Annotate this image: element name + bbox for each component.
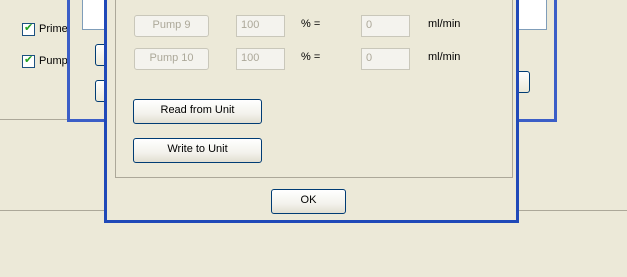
pump-settings-panel: Pump 9 100 % = 0 ml/min Pump 10 100 % = … [115,0,513,178]
pump-10-unit-label: ml/min [428,51,461,63]
read-from-unit-button[interactable]: Read from Unit [133,99,262,124]
ok-button[interactable]: OK [271,189,346,214]
pump-9-unit-label: ml/min [428,18,461,30]
pump-9-percent-field[interactable]: 100 [236,15,285,37]
pump-checkbox-label: Pump [39,55,68,67]
write-to-unit-button[interactable]: Write to Unit [133,138,262,163]
pump-10-flow-field[interactable]: 0 [361,48,410,70]
pump-10-percent-equals: % = [301,51,321,63]
pump-checkbox[interactable] [22,53,35,68]
prime-checkbox[interactable] [22,21,35,36]
pump-10-percent-field[interactable]: 100 [236,48,285,70]
pump-settings-dialog: Pump 9 100 % = 0 ml/min Pump 10 100 % = … [104,0,519,223]
pump-9-button[interactable]: Pump 9 [134,15,209,37]
prime-checkbox-row[interactable]: Prime [20,21,68,38]
prime-checkbox-label: Prime [39,23,68,35]
pump-checkbox-row[interactable]: Pump [20,53,68,70]
pump-10-button[interactable]: Pump 10 [134,48,209,70]
background-window-right-frame [557,0,627,14]
pump-9-flow-field[interactable]: 0 [361,15,410,37]
pump-9-percent-equals: % = [301,18,321,30]
